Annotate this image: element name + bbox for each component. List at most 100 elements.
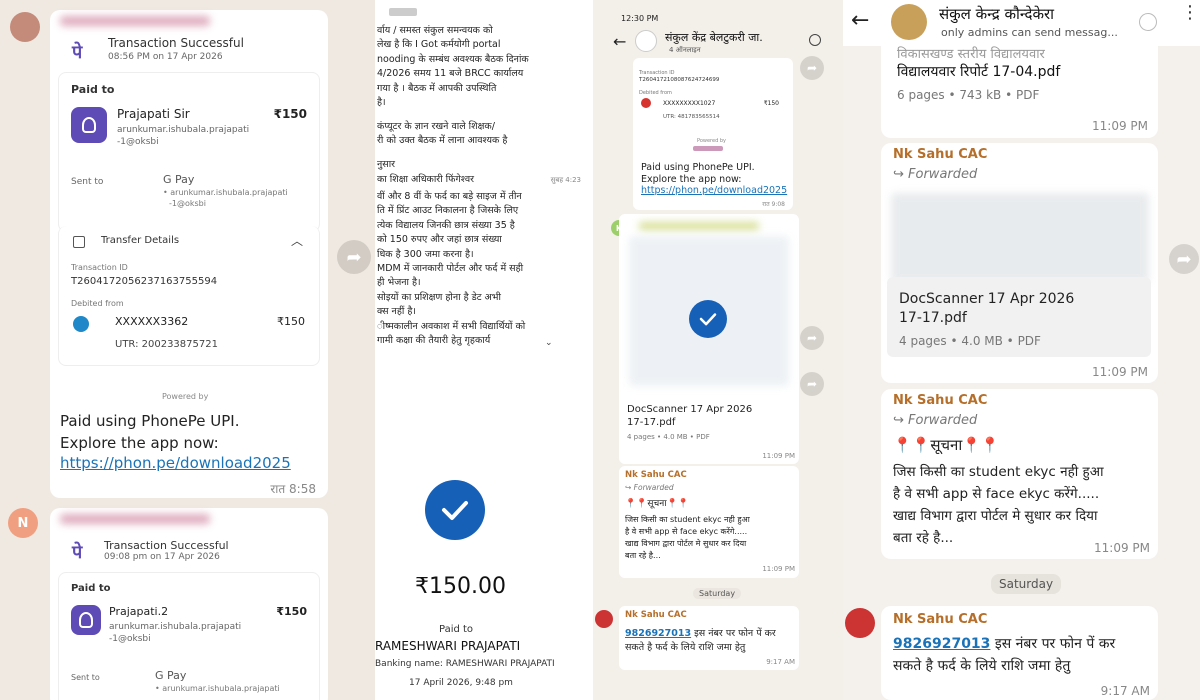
suchna-heading: 📍📍सूचना📍📍 xyxy=(893,436,1000,454)
forward-icon[interactable]: ➦ xyxy=(800,326,824,350)
notice-line: ीष्मकालीन अवकाश में सभी विद्यार्थियों को xyxy=(377,320,526,332)
message-line: है वे सभी app से face ekyc करेंगे..... xyxy=(625,527,748,536)
phonepe-download-link[interactable]: https://phon.pe/download2025 xyxy=(60,454,291,472)
notice-text-block: र्वाय / समस्त संकुल समन्वयक को लेख है कि … xyxy=(377,24,591,187)
document-name-2: 17-17.pdf xyxy=(627,417,676,428)
more-options-icon[interactable]: ⋮ xyxy=(1181,4,1199,22)
msg-time: रात 9:08 xyxy=(762,201,785,208)
day-divider: Saturday xyxy=(991,574,1062,594)
sender-name: Nk Sahu CAC xyxy=(893,393,988,408)
document-name: DocScanner 17 Apr 2026 xyxy=(899,291,1075,307)
receipt-image-bubble[interactable]: Transaction ID T2604172108087624724699 D… xyxy=(633,58,793,210)
video-call-icon[interactable] xyxy=(1139,13,1157,31)
message-rest: इस नंबर पर फोन पें कर xyxy=(691,628,776,639)
group-avatar[interactable] xyxy=(635,30,657,52)
notice-and-payment-panel: र्वाय / समस्त संकुल समन्वयक को लेख है कि … xyxy=(375,0,593,700)
forwarded-label: ↪ Forwarded xyxy=(893,413,978,428)
message-line: खाद्य विभाग द्वारा पोर्टल मे सुधार कर दि… xyxy=(625,539,747,548)
phone-number-link[interactable]: 9826927013 xyxy=(893,636,990,652)
forwarded-label: ↪ Forwarded xyxy=(625,483,674,492)
document-image-bubble[interactable]: DocScanner 17 Apr 2026 17-17.pdf 4 pages… xyxy=(619,214,799,464)
transfer-details-label[interactable]: Transfer Details xyxy=(101,235,179,246)
blurred-document-preview xyxy=(891,193,1149,283)
sender-name: Nk Sahu CAC xyxy=(625,610,687,620)
document-time: 11:09 PM xyxy=(1092,365,1148,379)
payee-upi: arunkumar.ishubala.prajapati xyxy=(117,125,250,135)
sender-avatar-deity[interactable] xyxy=(595,610,613,628)
document-time: 11:09 PM xyxy=(762,452,795,460)
sender-avatar-n[interactable]: N xyxy=(8,508,38,538)
sender-avatar[interactable] xyxy=(10,12,40,42)
forward-icon[interactable]: ➦ xyxy=(337,240,371,274)
phonepe-download-link[interactable]: https://phon.pe/download2025 xyxy=(641,185,787,196)
forwarded-message-bubble[interactable]: Nk Sahu CAC ↪ Forwarded 📍📍सूचना📍📍 जिस कि… xyxy=(881,389,1158,559)
msg-time: रात 8:58 xyxy=(270,482,316,496)
forwarded-document-bubble[interactable]: Nk Sahu CAC ↪ Forwarded DocScanner 17 Ap… xyxy=(881,143,1158,383)
back-arrow-icon[interactable]: ← xyxy=(851,8,869,33)
document-title-top: विकासखण्ड स्तरीय विद्यालयवार xyxy=(897,47,1045,62)
sender-avatar-deity[interactable] xyxy=(845,608,875,638)
receipt-message-bubble-2[interactable]: पे Transaction Successful 09:08 pm on 17… xyxy=(50,508,328,700)
phone-message-bubble[interactable]: Nk Sahu CAC 9826927013 इस नंबर पर फोन पे… xyxy=(619,606,799,670)
suchna-heading: 📍📍सूचना📍📍 xyxy=(625,499,689,509)
group-subtitle: only admins can send messag... xyxy=(941,26,1118,39)
chat-panel-beltukri: 12:30 PM ← संकुल केंद्र बेलटुकरी जा. 4 ऑ… xyxy=(593,0,843,700)
phone-number-link[interactable]: 9826927013 xyxy=(625,628,691,639)
download-check-icon[interactable] xyxy=(689,300,727,338)
message-body: जिस किसी का student ekyc नही हुआ है वे सभ… xyxy=(625,514,797,562)
receipt-powered: Powered by xyxy=(697,138,726,144)
paid-to-card: Paid to Prajapati.2 arunkumar.ishubala.p… xyxy=(58,572,320,700)
day-divider: Saturday xyxy=(693,588,742,599)
add-call-icon[interactable] xyxy=(809,34,821,46)
notice-line: ति में प्रिंट आउट निकालना है जिसके लिए xyxy=(377,205,519,217)
phone-message-bubble[interactable]: Nk Sahu CAC 9826927013 इस नंबर पर फोन पे… xyxy=(881,606,1158,700)
group-title[interactable]: संकुल केंद्र बेलटुकरी जा. xyxy=(665,30,763,45)
back-arrow-icon[interactable]: ← xyxy=(613,32,626,51)
message-line: खाद्य विभाग द्वारा पोर्टल मे सुधार कर दि… xyxy=(893,508,1098,524)
chat-header: ← संकुल केन्द्र कौन्देकेरा only admins c… xyxy=(843,0,1200,46)
payee-name: Prajapati Sir xyxy=(117,107,190,121)
notice-line: लेख है कि I Got कर्मयोगी portal xyxy=(377,39,501,51)
notice-line: MDM में जानकारी पोर्टल और फर्द में सही xyxy=(377,263,524,275)
chevron-up-icon[interactable]: ︿ xyxy=(291,232,303,249)
chat-panel-kaundekera: ← संकुल केन्द्र कौन्देकेरा only admins c… xyxy=(843,0,1200,700)
payee-upi: arunkumar.ishubala.prajapati xyxy=(109,622,242,632)
group-avatar[interactable] xyxy=(891,4,927,40)
txn-status: Transaction Successful xyxy=(108,36,244,50)
notice-line xyxy=(377,149,591,159)
close-icon[interactable]: ⌄ xyxy=(545,338,553,348)
blurred-sender-name xyxy=(60,16,210,26)
document-card: DocScanner 17 Apr 2026 17-17.pdf 4 pages… xyxy=(887,277,1151,357)
blurred-sender-name xyxy=(639,222,759,230)
document-message-bubble[interactable]: विकासखण्ड स्तरीय विद्यालयवार विद्यालयवार… xyxy=(881,46,1158,138)
document-meta: 6 pages • 743 kB • PDF xyxy=(897,88,1040,102)
document-name-2: 17-17.pdf xyxy=(899,310,967,326)
payee-upi-2: -1@oksbi xyxy=(117,137,159,147)
message-line: है वे सभी app से face ekyc करेंगे..... xyxy=(893,486,1100,502)
sent-to-upi-2: -1@oksbi xyxy=(169,199,206,208)
payee-name: RAMESHWARI PRAJAPATI xyxy=(375,639,521,653)
message-line: जिस किसी का student ekyc नही हुआ xyxy=(625,515,750,524)
payment-success-screen: ₹150.00 Paid to RAMESHWARI PRAJAPATI Ban… xyxy=(375,352,593,700)
message-line: जिस किसी का student ekyc नही हुआ xyxy=(893,464,1104,480)
document-meta: 4 pages • 4.0 MB • PDF xyxy=(627,433,710,441)
message-line: बता रहे है... xyxy=(625,551,661,560)
forwarded-message-bubble[interactable]: Nk Sahu CAC ↪ Forwarded 📍📍सूचना📍📍 जिस कि… xyxy=(619,466,799,578)
notice-line: गया है । बैठक में आपकी उपस्थिति xyxy=(377,82,497,94)
receipt-message-bubble[interactable]: पे Transaction Successful 08:56 PM on 17… xyxy=(50,10,328,498)
txn-time: 08:56 PM on 17 Apr 2026 xyxy=(108,52,223,62)
paid-to-label: Paid to xyxy=(439,624,474,635)
msg-line-2: Explore the app now: xyxy=(60,434,219,452)
forward-icon[interactable]: ➦ xyxy=(1169,244,1199,274)
payee-upi-2: -1@oksbi xyxy=(109,634,151,644)
message-time: 11:09 PM xyxy=(762,565,795,573)
receipt-txn-label: Transaction ID xyxy=(639,70,675,76)
txn-time: 09:08 pm on 17 Apr 2026 xyxy=(104,552,220,562)
debit-account: XXXXXX3362 xyxy=(115,315,189,328)
msg-line-1: Paid using PhonePe UPI. xyxy=(60,412,240,430)
blurred-sender-name xyxy=(60,514,210,524)
group-title[interactable]: संकुल केन्द्र कौन्देकेरा xyxy=(939,4,1054,24)
utr: UTR: 200233875721 xyxy=(115,339,218,350)
forward-icon[interactable]: ➦ xyxy=(800,56,824,80)
forward-icon[interactable]: ➦ xyxy=(800,372,824,396)
